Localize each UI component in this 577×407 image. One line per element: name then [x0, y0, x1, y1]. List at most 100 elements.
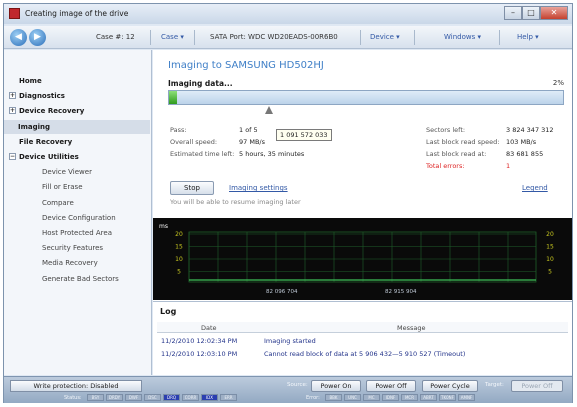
graph-unit: ms: [159, 223, 168, 230]
stat-label: Pass:: [170, 126, 187, 134]
write-protection-button[interactable]: Write protection: Disabled: [10, 380, 142, 392]
sidebar-item-label: Host Protected Area: [42, 229, 112, 237]
log-title: Log: [160, 307, 177, 316]
sidebar-item-label: Diagnostics: [19, 92, 65, 101]
imaging-settings-link[interactable]: Imaging settings: [229, 184, 288, 192]
sidebar-item-media-recovery[interactable]: Media Recovery: [4, 256, 150, 270]
power-cycle-button[interactable]: Power Cycle: [422, 380, 478, 392]
stat-value: 103 MB/s: [506, 138, 537, 146]
status-indicator: DSC: [144, 394, 161, 401]
app-icon: [9, 8, 20, 19]
collapse-icon[interactable]: −: [9, 153, 16, 160]
status-indicator: IDNF: [382, 394, 399, 401]
sidebar-item-security-features[interactable]: Security Features: [4, 241, 150, 255]
target-power-off-button[interactable]: Power Off: [511, 380, 563, 392]
sidebar-item-label: Fill or Erase: [42, 183, 83, 192]
toolbar-divider: [414, 30, 415, 45]
power-on-button[interactable]: Power On: [311, 380, 361, 392]
log-row-message: Imaging started: [264, 337, 316, 345]
expand-icon[interactable]: +: [9, 92, 16, 100]
toolbar-divider: [194, 30, 195, 45]
status-indicator: ABRT: [420, 394, 437, 401]
progress-tooltip: 1 091 572 033: [276, 129, 332, 141]
graph-y-tick-left: 15: [175, 244, 183, 251]
sidebar-item-diagnostics[interactable]: + Diagnostics: [4, 89, 150, 103]
close-button[interactable]: ✕: [540, 6, 568, 20]
sidebar-item-generate-bad-sectors[interactable]: Generate Bad Sectors: [4, 272, 150, 286]
stat-label: Total errors:: [426, 162, 465, 170]
toolbar-divider: [150, 30, 151, 45]
sidebar-item-file-recovery[interactable]: File Recovery: [4, 135, 150, 149]
window-controls: – □ ✕: [504, 6, 568, 20]
toolbar-divider: [360, 30, 361, 45]
sidebar-item-label: Device Viewer: [42, 168, 92, 177]
stop-button[interactable]: Stop: [170, 181, 214, 195]
case-menu[interactable]: Case ▾: [161, 33, 184, 41]
legend-link[interactable]: Legend: [522, 184, 548, 192]
status-indicator: IDX: [201, 394, 218, 401]
window-title: Creating image of the drive: [25, 9, 129, 18]
toolbar-divider: [499, 30, 500, 45]
sidebar-item-label: Media Recovery: [42, 259, 98, 268]
status-indicator: BBK: [325, 394, 342, 401]
progress-fill: [169, 91, 177, 104]
stat-value: 97 MB/s: [239, 138, 265, 146]
status-indicator: DRQ: [163, 394, 180, 401]
stat-value: 1: [506, 162, 511, 170]
minimize-button[interactable]: –: [504, 6, 522, 20]
app-window: Creating image of the drive – □ ✕ ◀ ▶ Ca…: [3, 3, 573, 403]
stat-label: Overall speed:: [170, 138, 218, 146]
sidebar-item-fill-or-erase[interactable]: Fill or Erase: [4, 180, 150, 194]
expand-icon[interactable]: +: [9, 107, 16, 115]
error-label: Error:: [306, 395, 320, 401]
power-off-button[interactable]: Power Off: [366, 380, 416, 392]
sidebar-item-compare[interactable]: Compare: [4, 196, 150, 210]
help-menu[interactable]: Help ▾: [517, 33, 539, 41]
status-indicator: UNC: [344, 394, 361, 401]
maximize-button[interactable]: □: [522, 6, 540, 20]
source-label: Source:: [287, 382, 308, 388]
sidebar-item-device-utilities[interactable]: − Device Utilities: [4, 150, 150, 164]
graph-x-label: 82 096 704: [266, 289, 298, 295]
stat-label: Sectors left:: [426, 126, 466, 134]
sidebar-item-label: File Recovery: [19, 137, 73, 146]
log-column-date: Date: [201, 324, 217, 332]
device-menu[interactable]: Device ▾: [370, 33, 400, 41]
status-label: Status:: [64, 395, 82, 401]
log-row[interactable]: 11/2/2010 12:02:34 PM Imaging started: [157, 335, 568, 347]
graph-y-tick-right: 5: [548, 269, 552, 276]
windows-menu[interactable]: Windows ▾: [444, 33, 481, 41]
stat-value: 5 hours, 35 minutes: [239, 150, 305, 158]
graph-frame: [188, 231, 537, 283]
status-indicator: DWF: [125, 394, 142, 401]
speed-graph: ms 20 20 15 15 10 10 5 5 82 096 704 82 915 904: [153, 218, 572, 300]
sidebar-item-device-recovery[interactable]: + Device Recovery: [4, 104, 150, 118]
main-panel: Imaging to SAMSUNG HD502HJ Imaging data.…: [153, 50, 572, 375]
target-label: Target:: [485, 382, 504, 388]
sidebar-item-device-viewer[interactable]: Device Viewer: [4, 165, 150, 179]
sidebar-item-device-configuration[interactable]: Device Configuration: [4, 211, 150, 225]
log-panel: Log Date Message 11/2/2010 12:02:34 PM I…: [153, 301, 572, 375]
sidebar-item-label: Generate Bad Sectors: [42, 274, 119, 283]
status-indicator: TK0NF: [439, 394, 456, 401]
sidebar-item-label: Home: [19, 77, 42, 85]
sidebar-item-imaging[interactable]: Imaging: [4, 119, 150, 134]
graph-y-tick-right: 15: [546, 244, 554, 251]
log-row[interactable]: 11/2/2010 12:03:10 PM Cannot read block …: [157, 348, 568, 360]
back-arrow-icon[interactable]: ◀: [10, 29, 27, 46]
forward-arrow-icon[interactable]: ▶: [29, 29, 46, 46]
log-column-message: Message: [397, 324, 426, 332]
sidebar-item-label: Device Configuration: [42, 213, 116, 222]
sidebar-item-label: Security Features: [42, 244, 104, 253]
stat-label: Last block read at:: [426, 150, 487, 158]
status-indicator: CORR: [182, 394, 199, 401]
sidebar-item-host-protected-area[interactable]: Host Protected Area: [4, 226, 150, 240]
status-indicator: MC: [363, 394, 380, 401]
sidebar-item-home[interactable]: Home: [4, 74, 150, 88]
log-header: Date Message: [157, 322, 568, 333]
status-indicator: DRDY: [106, 394, 123, 401]
page-title: Imaging to SAMSUNG HD502HJ: [168, 60, 324, 71]
log-row-date: 11/2/2010 12:02:34 PM: [161, 337, 238, 345]
stat-value: 1 of 5: [239, 126, 258, 134]
title-bar: Creating image of the drive – □ ✕: [4, 4, 572, 24]
